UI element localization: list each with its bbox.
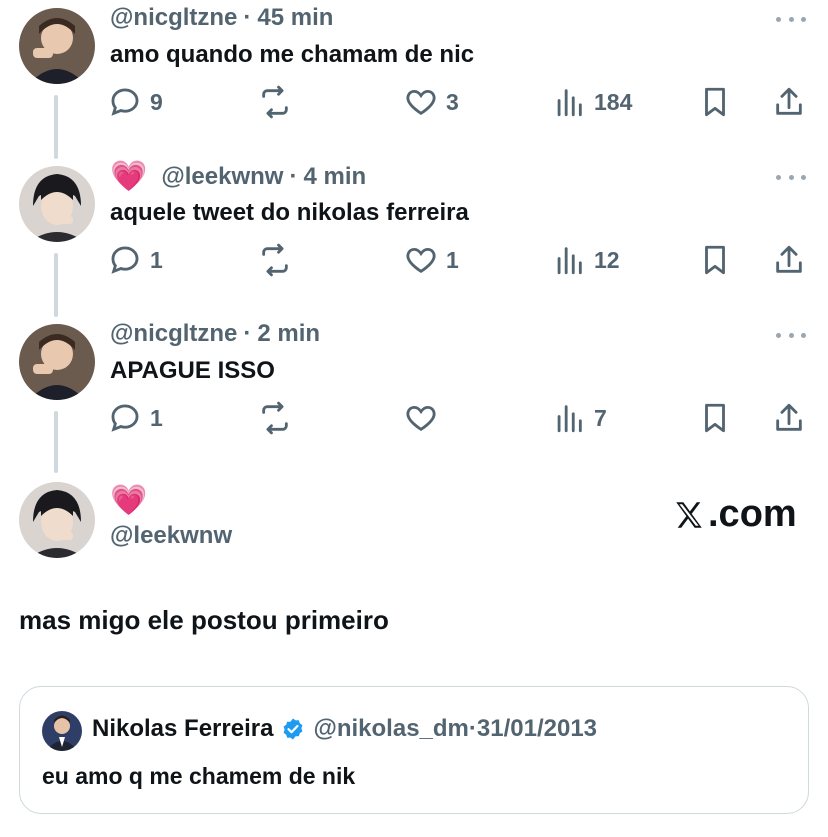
retweet-icon [262,85,288,119]
user-handle[interactable]: @leekwnw [110,522,232,550]
quote-date: 31/01/2013 [476,715,598,742]
avatar[interactable] [19,324,95,400]
quote-author-name[interactable]: Nikolas Ferreira [92,715,273,743]
avatar[interactable] [42,711,82,751]
x-logo-text: .com [708,493,797,535]
separator: · [243,320,252,347]
main-tweet-text: mas migo ele postou primeiro [19,605,389,635]
more-icon[interactable] [776,172,806,182]
like-button[interactable] [404,401,438,435]
bookmark-button[interactable] [698,401,732,435]
bookmark-icon [705,245,725,275]
timestamp[interactable]: 2 min [257,320,320,348]
retweet-icon [262,243,288,277]
view-count: 184 [594,88,633,115]
heart-icon [406,89,436,115]
quoted-tweet[interactable]: Nikolas Ferreira @nikolas_dm · 31/01/201… [19,686,809,814]
quote-text: eu amo q me chamem de nik [42,763,356,789]
tweet-text: APAGUE ISSO [110,357,275,384]
reply-count: 9 [150,88,163,115]
reply-button[interactable]: 1 [108,401,163,435]
retweet-button[interactable] [258,85,292,119]
retweet-icon [262,401,288,435]
avatar[interactable] [19,482,95,558]
thread-line [54,411,58,473]
view-count: 7 [594,404,607,431]
reply-button[interactable]: 9 [108,85,163,119]
x-logo-icon [676,501,702,528]
share-icon [776,245,802,273]
views-icon [557,89,582,117]
avatar[interactable] [19,8,95,84]
timestamp[interactable]: 45 min [257,4,333,32]
user-handle[interactable]: @nicgltzne [110,4,237,32]
thread-line [54,253,58,317]
reply-count: 1 [150,404,163,431]
x-logo: .com [672,493,797,536]
user-handle[interactable]: @nicgltzne [110,320,237,348]
reply-button[interactable]: 1 [108,243,163,277]
view-count: 12 [594,246,620,273]
views-button[interactable]: 184 [552,85,632,119]
tweet-actions: 1 1 12 [108,243,808,277]
reply-icon [111,246,139,274]
reply-icon [111,88,139,116]
avatar[interactable] [19,166,95,242]
verified-badge-icon [284,718,303,740]
reply-count: 1 [150,246,163,273]
tweet-actions: 1 7 [108,401,808,435]
share-button[interactable] [772,401,806,435]
share-button[interactable] [772,85,806,119]
tweet-meta: @nicgltzne · 45 min [110,4,333,32]
separator: · [289,163,298,190]
more-icon[interactable] [776,330,806,340]
thread-line [54,95,58,159]
tweet-meta: @nicgltzne · 2 min [110,320,320,348]
reply-icon [111,404,139,432]
heart-emoji: 💗 [110,484,148,517]
views-icon [557,247,582,275]
user-handle[interactable]: @leekwnw [161,163,283,191]
share-icon [776,87,802,115]
retweet-button[interactable] [258,401,292,435]
bookmark-icon [705,87,725,117]
share-button[interactable] [772,243,806,277]
bookmark-button[interactable] [698,243,732,277]
heart-icon [406,247,436,273]
like-button[interactable]: 3 [404,85,459,119]
separator: · [243,4,252,31]
like-count: 1 [446,246,459,273]
views-icon [557,405,582,433]
tweet-meta: 💗 @leekwnw · 4 min [110,162,366,192]
timestamp[interactable]: 4 min [303,163,366,191]
tweet-text: aquele tweet do nikolas ferreira [110,199,469,226]
views-button[interactable]: 12 [552,243,620,277]
share-icon [776,403,802,431]
more-icon[interactable] [776,14,806,24]
separator: · [468,715,477,742]
retweet-button[interactable] [258,243,292,277]
heart-icon [406,405,436,431]
like-button[interactable]: 1 [404,243,459,277]
tweet-text: amo quando me chamam de nic [110,41,475,68]
tweet-actions: 9 3 184 [108,85,808,119]
bookmark-button[interactable] [698,85,732,119]
heart-emoji: 💗 [110,160,148,193]
like-count: 3 [446,88,459,115]
quote-author-handle[interactable]: @nikolas_dm [313,715,468,743]
quoted-tweet-header: Nikolas Ferreira @nikolas_dm · 31/01/201… [92,715,597,743]
views-button[interactable]: 7 [552,401,607,435]
bookmark-icon [705,403,725,433]
